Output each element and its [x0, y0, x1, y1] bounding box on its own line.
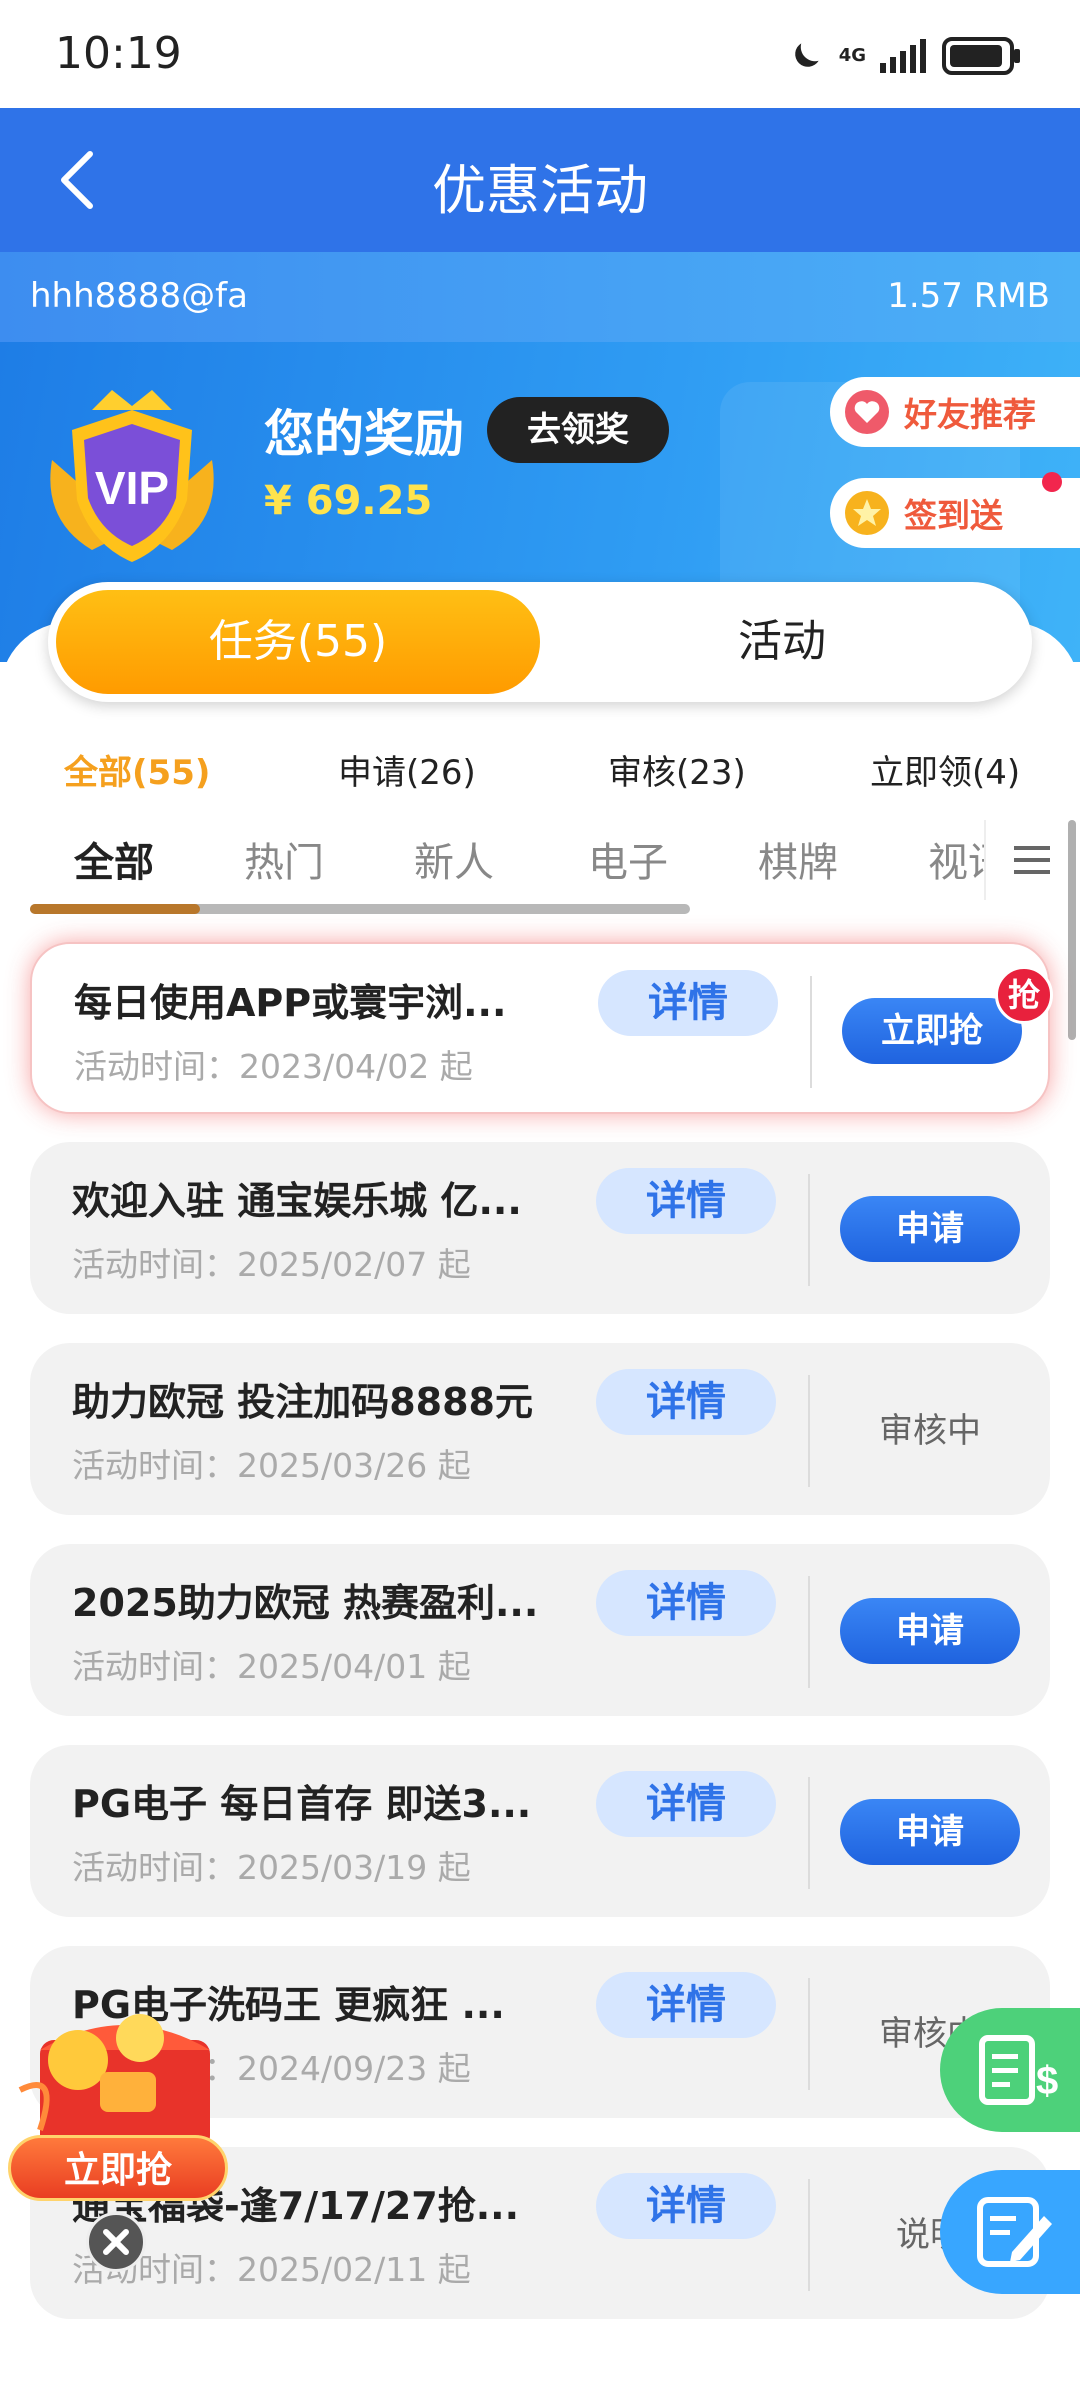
filter-review[interactable]: 审核(23): [608, 745, 746, 794]
activity-action-button[interactable]: 申请: [840, 1196, 1020, 1262]
account-bar: hhh8888@fa 1.57 RMB: [0, 252, 1080, 342]
activity-title: 每日使用APP或寰宇浏...: [74, 981, 507, 1025]
card-divider: [808, 2179, 810, 2291]
activity-title: PG电子 每日首存 即送3...: [72, 1782, 532, 1826]
page: 10:19 4G 优惠活动 hhh8888@fa 1.57 RMB VIP 您的…: [0, 0, 1080, 2388]
page-scrollbar[interactable]: [1068, 820, 1076, 1040]
detail-button[interactable]: 详情: [596, 1168, 776, 1234]
page-title: 优惠活动: [432, 159, 648, 222]
detail-button[interactable]: 详情: [596, 2173, 776, 2239]
network-label: 4G: [838, 45, 866, 66]
activity-card[interactable]: 助力欧冠 投注加码8888元活动时间：2025/03/26 起 详情审核中: [30, 1343, 1050, 1515]
category-all[interactable]: 全部: [74, 830, 154, 888]
tab-activities[interactable]: 活动: [540, 590, 1024, 694]
edit-note-icon: [977, 2197, 1052, 2267]
grab-badge: 抢: [995, 966, 1053, 1024]
activity-card[interactable]: 2025助力欧冠 热赛盈利... 活动时间：2025/04/01 起 详情 申请: [30, 1544, 1050, 1716]
category-chess[interactable]: 棋牌: [758, 830, 838, 888]
detail-button[interactable]: 详情: [596, 1771, 776, 1837]
svg-text:$: $: [1036, 2059, 1058, 2103]
vip-label: VIP: [95, 462, 169, 514]
battery-icon: [942, 37, 1020, 75]
close-icon: [103, 2229, 129, 2255]
checkin-label: 签到送: [904, 496, 1003, 535]
card-divider: [810, 976, 812, 1088]
activity-date: 活动时间：2023/04/02 起: [74, 1047, 473, 1086]
moon-icon: [794, 43, 819, 67]
account-username: hhh8888@fa: [30, 276, 248, 316]
category-menu-button[interactable]: [984, 820, 1080, 900]
vip-shield-icon: VIP: [50, 390, 214, 562]
finance-float-button[interactable]: $: [940, 2008, 1080, 2132]
card-divider: [808, 1978, 810, 2090]
star-icon: [845, 491, 889, 535]
edit-float-button[interactable]: [940, 2170, 1080, 2294]
card-divider: [808, 1375, 810, 1487]
activity-action-button[interactable]: 申请: [840, 1598, 1020, 1664]
activity-card[interactable]: PG电子 每日首存 即送3... 活动时间：2025/03/19 起 详情 申请: [30, 1745, 1050, 1917]
activity-title: 助力欧冠 投注加码8888元: [72, 1380, 533, 1424]
category-electronic[interactable]: 电子: [588, 830, 668, 888]
tab-tasks[interactable]: 任务(55): [56, 590, 540, 694]
card-divider: [808, 1576, 810, 1688]
category-hot[interactable]: 热门: [244, 830, 324, 888]
checkin-button[interactable]: 签到送: [830, 472, 1080, 548]
redpack-grab-button[interactable]: 立即抢: [8, 2135, 228, 2201]
status-time: 10:19: [55, 28, 182, 79]
app-header: 优惠活动: [0, 108, 1080, 252]
detail-button[interactable]: 详情: [596, 1369, 776, 1435]
status-icons: 4G: [787, 34, 1022, 78]
signal-icon: [880, 39, 926, 73]
filter-claim[interactable]: 立即领(4): [870, 745, 1020, 794]
activity-action-button[interactable]: 立即抢: [842, 998, 1022, 1064]
reward-title: 您的奖励: [264, 405, 464, 463]
category-scroll-thumb: [30, 904, 200, 914]
detail-button[interactable]: 详情: [596, 1570, 776, 1636]
activity-date: 活动时间：2025/03/26 起: [72, 1446, 471, 1485]
activity-status: 审核中: [879, 1411, 981, 1451]
category-scroll-indicator: [30, 904, 690, 914]
filter-all[interactable]: 全部(55): [64, 745, 210, 794]
notification-dot: [1042, 472, 1062, 492]
filter-apply[interactable]: 申请(26): [338, 745, 476, 794]
bill-dollar-icon: $: [979, 2035, 1058, 2105]
card-divider: [808, 1174, 810, 1286]
menu-icon: [1014, 846, 1050, 874]
category-new[interactable]: 新人: [414, 830, 494, 888]
detail-button[interactable]: 详情: [598, 970, 778, 1036]
activity-date: 活动时间：2025/04/01 起: [72, 1647, 471, 1686]
detail-button[interactable]: 详情: [596, 1972, 776, 2038]
segment-control: 任务(55) 活动: [48, 582, 1032, 702]
redpack-close-button[interactable]: [86, 2212, 146, 2272]
account-balance: 1.57 RMB: [887, 276, 1050, 316]
activity-action-button[interactable]: 申请: [840, 1799, 1020, 1865]
activity-card[interactable]: 每日使用APP或寰宇浏... 活动时间：2023/04/02 起 详情 立即抢抢: [30, 942, 1053, 1114]
reward-amount: ¥ 69.25: [264, 478, 433, 524]
card-divider: [808, 1777, 810, 1889]
category-tabs: 全部 热门 新人 电子 棋牌 视讯: [0, 820, 1080, 900]
referral-button[interactable]: 好友推荐: [830, 377, 1080, 447]
status-filters: 全部(55) 申请(26) 审核(23) 立即领(4): [0, 735, 1080, 795]
activity-date: 活动时间：2025/03/19 起: [72, 1848, 471, 1887]
status-bar: 10:19 4G: [0, 0, 1080, 108]
activity-title: 欢迎入驻 通宝娱乐城 亿...: [72, 1179, 522, 1223]
claim-reward-button[interactable]: 去领奖: [487, 397, 669, 463]
activity-card[interactable]: 欢迎入驻 通宝娱乐城 亿... 活动时间：2025/02/07 起 详情 申请: [30, 1142, 1050, 1314]
referral-label: 好友推荐: [904, 395, 1036, 434]
activity-date: 活动时间：2025/02/07 起: [72, 1245, 471, 1284]
heart-icon: [845, 390, 889, 434]
activity-title: 2025助力欧冠 热赛盈利...: [72, 1581, 539, 1625]
